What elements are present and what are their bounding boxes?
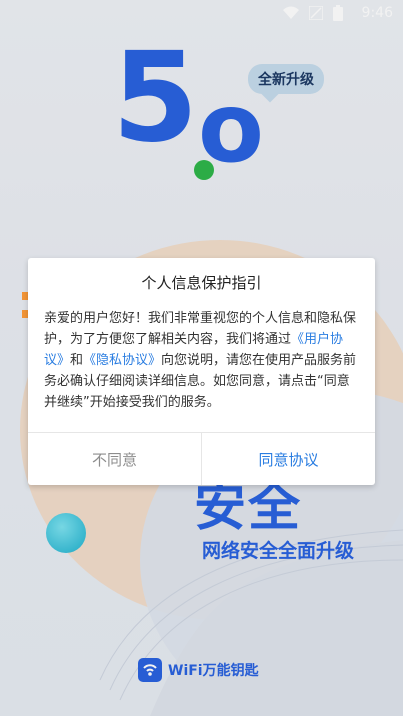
dialog-body: 亲爱的用户您好！我们非常重视您的个人信息和隐私保护，为了方便您了解相关内容，我们… <box>44 308 361 413</box>
agree-button[interactable]: 同意协议 <box>202 433 375 485</box>
privacy-agreement-link[interactable]: 《隐私协议》 <box>83 353 161 368</box>
dialog-body-and: 和 <box>70 353 84 368</box>
dialog-button-row: 不同意 同意协议 <box>28 432 375 485</box>
privacy-dialog: 个人信息保护指引 亲爱的用户您好！我们非常重视您的个人信息和隐私保护，为了方便您… <box>28 258 375 485</box>
disagree-button[interactable]: 不同意 <box>28 433 202 485</box>
dialog-title: 个人信息保护指引 <box>141 274 262 292</box>
